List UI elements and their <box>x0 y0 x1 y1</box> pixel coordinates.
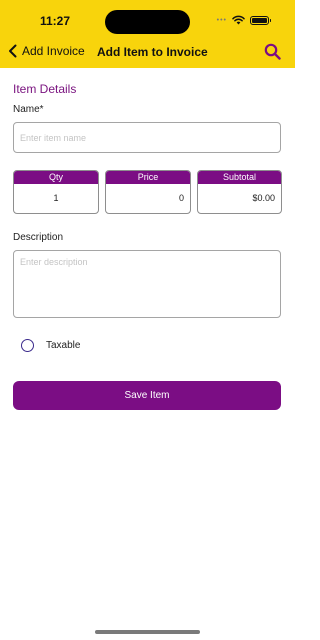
radio-unchecked-icon[interactable] <box>21 339 34 352</box>
signal-dots-icon: ••• <box>216 16 227 24</box>
taxable-toggle[interactable]: Taxable <box>21 339 80 352</box>
qty-header: Qty <box>14 171 98 184</box>
taxable-label: Taxable <box>46 340 81 351</box>
home-indicator <box>95 630 200 634</box>
back-button[interactable]: Add Invoice <box>8 44 85 58</box>
status-icons: ••• <box>216 15 271 25</box>
name-label: Name* <box>13 104 44 115</box>
subtotal-header: Subtotal <box>198 171 281 184</box>
price-field[interactable]: Price 0 <box>105 170 191 214</box>
qty-value[interactable]: 1 <box>14 184 98 213</box>
save-item-button[interactable]: Save Item <box>13 381 281 410</box>
search-icon[interactable] <box>264 43 281 60</box>
item-name-input[interactable] <box>13 122 281 153</box>
qty-field[interactable]: Qty 1 <box>13 170 99 214</box>
back-label: Add Invoice <box>22 44 85 58</box>
battery-icon <box>250 15 271 25</box>
wifi-icon <box>232 15 245 25</box>
price-value[interactable]: 0 <box>106 184 190 213</box>
status-time: 11:27 <box>40 14 71 28</box>
description-label: Description <box>13 232 64 243</box>
subtotal-value: $0.00 <box>252 193 275 203</box>
section-title: Item Details <box>13 82 77 96</box>
description-input[interactable] <box>13 250 281 318</box>
page-title: Add Item to Invoice <box>97 45 208 59</box>
chevron-left-icon <box>9 44 17 58</box>
subtotal-field: Subtotal $0.00 <box>197 170 282 214</box>
dynamic-island <box>105 10 190 34</box>
nav-bar: 11:27 ••• Add Invoice Add Item to Invoic… <box>0 0 295 68</box>
price-header: Price <box>106 171 190 184</box>
